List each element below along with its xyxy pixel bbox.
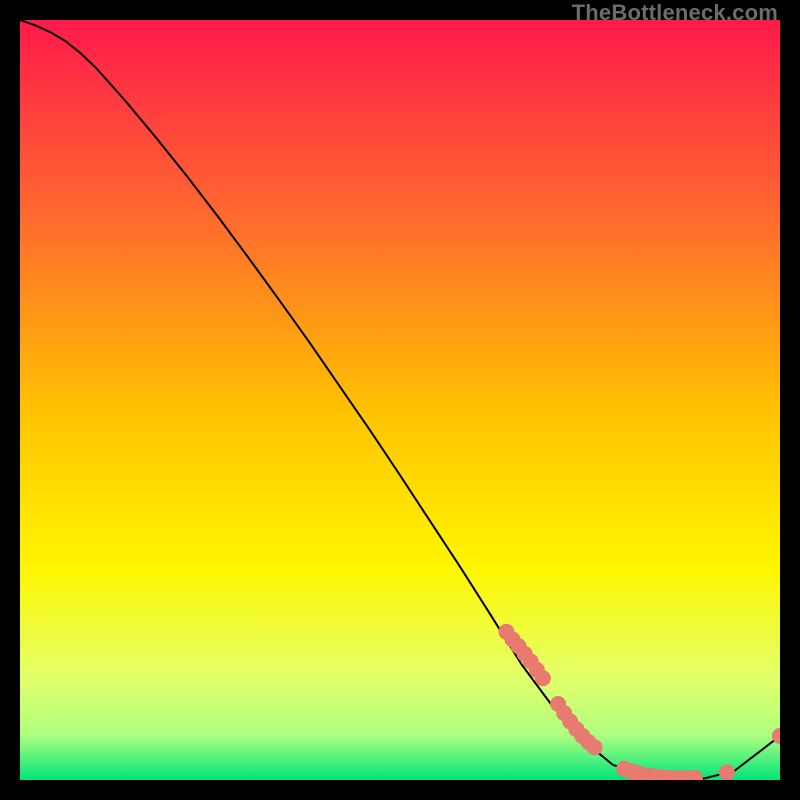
plot-area bbox=[20, 20, 780, 780]
data-dot bbox=[535, 670, 551, 686]
chart-svg bbox=[20, 20, 780, 780]
gradient-background bbox=[20, 20, 780, 780]
data-dot bbox=[719, 764, 735, 780]
chart-container: TheBottleneck.com bbox=[0, 0, 800, 800]
data-dot bbox=[587, 739, 603, 755]
